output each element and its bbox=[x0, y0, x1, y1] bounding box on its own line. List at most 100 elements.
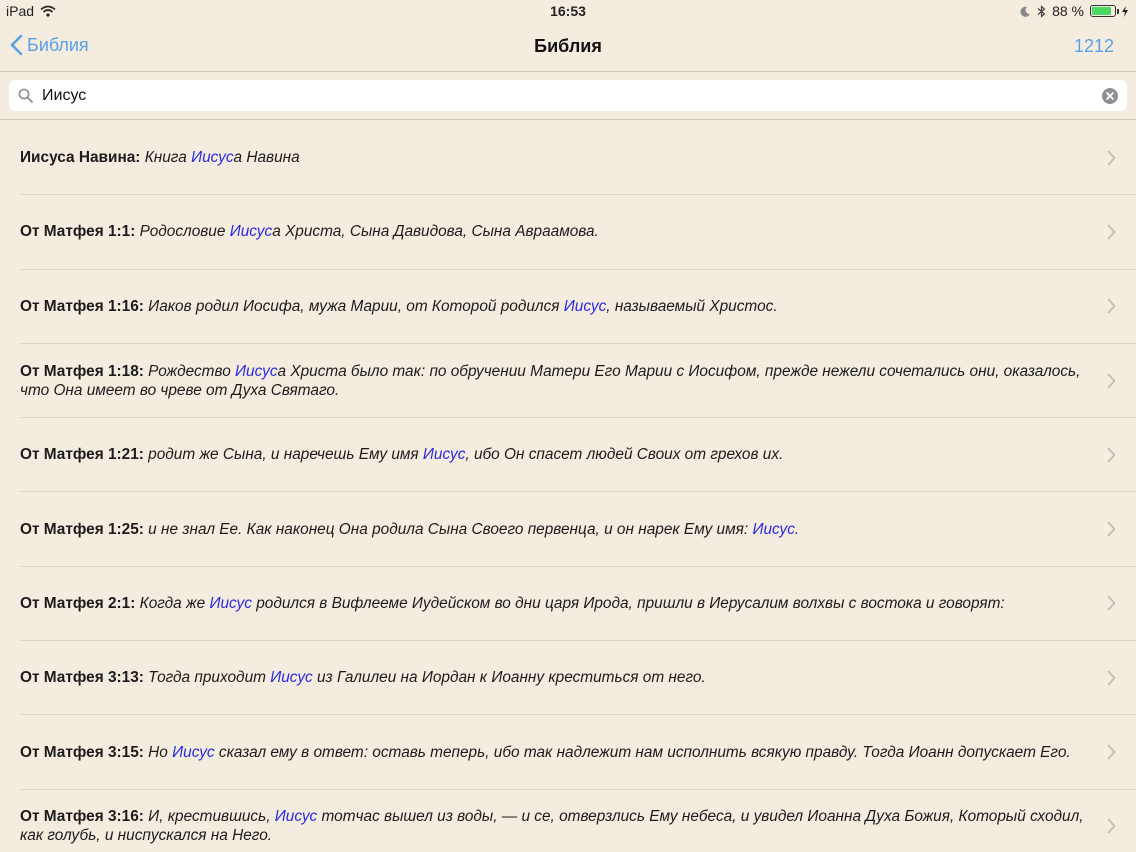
search-match: Иисус bbox=[752, 520, 795, 538]
verse-fragment: из Галилеи на Иордан к Иоанну креститься… bbox=[312, 669, 706, 687]
chevron-left-icon bbox=[10, 34, 23, 56]
back-button[interactable]: Библия bbox=[10, 34, 89, 56]
chevron-right-icon bbox=[1107, 521, 1116, 537]
verse-body: И, крестившись, Иисус тотчас вышел из во… bbox=[20, 808, 1084, 844]
verse-body: Иаков родил Иосифа, мужа Марии, от Котор… bbox=[143, 297, 778, 315]
verse-body: Родословие Иисуса Христа, Сына Давидова,… bbox=[135, 223, 599, 240]
verse-reference: От Матфея 3:13: bbox=[20, 669, 144, 687]
chevron-right-icon bbox=[1107, 150, 1116, 166]
list-item[interactable]: От Матфея 2:1: Когда же Иисус родился в … bbox=[20, 567, 1136, 642]
verse-body: Книга Иисуса Навина bbox=[140, 149, 300, 167]
verse-fragment: родит же Сына, и наречешь Ему имя bbox=[143, 446, 423, 464]
charging-icon bbox=[1122, 5, 1128, 17]
verse-fragment: а Навина bbox=[233, 149, 300, 167]
results-count[interactable]: 1212 bbox=[1074, 36, 1114, 57]
verse-text: От Матфея 3:16: И, крестившись, Иисус то… bbox=[20, 807, 1086, 845]
chevron-right-icon bbox=[1107, 744, 1116, 760]
battery-icon bbox=[1090, 5, 1119, 17]
verse-fragment: Рождество bbox=[143, 362, 236, 380]
verse-text: От Матфея 1:21: родит же Сына, и наречеш… bbox=[20, 445, 783, 464]
search-match: Иисус bbox=[563, 297, 607, 315]
search-match: Иисус bbox=[422, 446, 466, 464]
verse-fragment: . bbox=[794, 520, 800, 538]
verse-fragment: , ибо Он спасет людей Своих от грехов их… bbox=[465, 446, 784, 464]
verse-fragment: И, крестившись, bbox=[143, 808, 275, 826]
list-item[interactable]: Иисуса Навина: Книга Иисуса Навина bbox=[20, 121, 1136, 196]
search-icon bbox=[18, 88, 34, 104]
status-time: 16:53 bbox=[550, 3, 586, 19]
chevron-right-icon bbox=[1107, 447, 1116, 463]
battery-percent: 88 % bbox=[1052, 3, 1084, 19]
verse-fragment: Но bbox=[143, 743, 173, 761]
list-item[interactable]: От Матфея 1:18: Рождество Иисуса Христа … bbox=[20, 344, 1136, 419]
verse-fragment: сказал ему в ответ: оставь теперь, ибо т… bbox=[214, 743, 1071, 761]
verse-text: От Матфея 3:13: Тогда приходит Иисус из … bbox=[20, 668, 706, 687]
list-item[interactable]: От Матфея 3:16: И, крестившись, Иисус то… bbox=[20, 790, 1136, 852]
clear-icon[interactable] bbox=[1102, 87, 1118, 104]
verse-body: Когда же Иисус родился в Вифлееме Иудейс… bbox=[135, 594, 1005, 612]
verse-body: Тогда приходит Иисус из Галилеи на Иорда… bbox=[144, 669, 706, 686]
verse-fragment: Когда же bbox=[135, 594, 210, 612]
search-input[interactable] bbox=[42, 86, 1102, 105]
search-match: Иисус bbox=[172, 743, 215, 761]
chevron-right-icon bbox=[1107, 373, 1116, 388]
status-right: 88 % bbox=[1020, 3, 1128, 19]
verse-body: родит же Сына, и наречешь Ему имя Иисус,… bbox=[144, 446, 783, 463]
chevron-right-icon bbox=[1107, 596, 1116, 611]
battery-tip bbox=[1117, 9, 1119, 14]
chevron-right-icon bbox=[1107, 298, 1116, 314]
back-label: Библия bbox=[27, 34, 89, 55]
search-box[interactable] bbox=[9, 80, 1127, 111]
verse-reference: От Матфея 1:25: bbox=[20, 520, 144, 538]
verse-fragment: Иаков родил Иосифа, мужа Марии, от Котор… bbox=[143, 297, 564, 315]
navigation-bar: Библия Библия 1212 bbox=[0, 22, 1136, 72]
list-item[interactable]: От Матфея 1:25: и не знал Ее. Как наконе… bbox=[20, 492, 1136, 567]
verse-reference: От Матфея 3:15: bbox=[20, 743, 144, 761]
search-match: Иисус bbox=[274, 808, 318, 826]
verse-fragment: , называемый Христос. bbox=[606, 297, 778, 315]
moon-icon bbox=[1020, 6, 1031, 17]
search-bar bbox=[0, 72, 1136, 120]
verse-reference: От Матфея 2:1: bbox=[20, 594, 136, 612]
verse-body: и не знал Ее. Как наконец Она родила Сын… bbox=[144, 521, 799, 538]
list-item[interactable]: От Матфея 3:15: Но Иисус сказал ему в от… bbox=[20, 715, 1136, 790]
verse-fragment: и не знал Ее. Как наконец Она родила Сын… bbox=[143, 520, 753, 538]
list-item[interactable]: От Матфея 1:21: родит же Сына, и наречеш… bbox=[20, 418, 1136, 493]
status-bar: iPad 16:53 88 % bbox=[0, 0, 1136, 22]
verse-reference: От Матфея 1:21: bbox=[20, 446, 144, 464]
verse-text: От Матфея 3:15: Но Иисус сказал ему в от… bbox=[20, 743, 1071, 762]
bluetooth-icon bbox=[1037, 4, 1046, 18]
verse-fragment: Родословие bbox=[135, 223, 230, 241]
verse-body: Но Иисус сказал ему в ответ: оставь тепе… bbox=[144, 744, 1071, 761]
verse-text: От Матфея 2:1: Когда же Иисус родился в … bbox=[20, 594, 1005, 613]
verse-reference: От Матфея 1:18: bbox=[20, 362, 144, 380]
verse-fragment: а Христа, Сына Давидова, Сына Авраамова. bbox=[272, 223, 599, 241]
verse-reference: От Матфея 1:1: bbox=[20, 223, 136, 241]
verse-reference: От Матфея 1:16: bbox=[20, 297, 144, 315]
page-title: Библия bbox=[534, 36, 602, 56]
search-match: Иисус bbox=[191, 149, 234, 167]
verse-fragment: Книга bbox=[140, 149, 192, 167]
list-item[interactable]: От Матфея 1:16: Иаков родил Иосифа, мужа… bbox=[20, 270, 1136, 344]
chevron-right-icon bbox=[1107, 670, 1116, 686]
verse-reference: Иисуса Навина: bbox=[20, 149, 141, 167]
verse-fragment: родился в Вифлееме Иудейском во дни царя… bbox=[251, 594, 1005, 612]
verse-fragment: Тогда приходит bbox=[143, 669, 271, 687]
list-item[interactable]: От Матфея 1:1: Родословие Иисуса Христа,… bbox=[20, 195, 1136, 270]
verse-text: От Матфея 1:18: Рождество Иисуса Христа … bbox=[20, 362, 1086, 400]
search-match: Иисус bbox=[235, 362, 278, 380]
chevron-right-icon bbox=[1107, 224, 1116, 240]
search-match: Иисус bbox=[209, 594, 252, 612]
verse-body: Рождество Иисуса Христа было так: по обр… bbox=[20, 363, 1080, 399]
chevron-right-icon bbox=[1107, 818, 1116, 834]
search-match: Иисус bbox=[270, 669, 313, 687]
verse-text: От Матфея 1:16: Иаков родил Иосифа, мужа… bbox=[20, 297, 778, 316]
list-item[interactable]: От Матфея 3:13: Тогда приходит Иисус из … bbox=[20, 641, 1136, 716]
battery-level bbox=[1092, 7, 1112, 15]
verse-text: От Матфея 1:25: и не знал Ее. Как наконе… bbox=[20, 520, 799, 539]
verse-text: От Матфея 1:1: Родословие Иисуса Христа,… bbox=[20, 222, 599, 241]
verse-reference: От Матфея 3:16: bbox=[20, 808, 144, 826]
verse-text: Иисуса Навина: Книга Иисуса Навина bbox=[20, 148, 300, 167]
results-list: Иисуса Навина: Книга Иисуса Навина От Мат… bbox=[0, 121, 1136, 852]
search-match: Иисус bbox=[229, 223, 273, 241]
